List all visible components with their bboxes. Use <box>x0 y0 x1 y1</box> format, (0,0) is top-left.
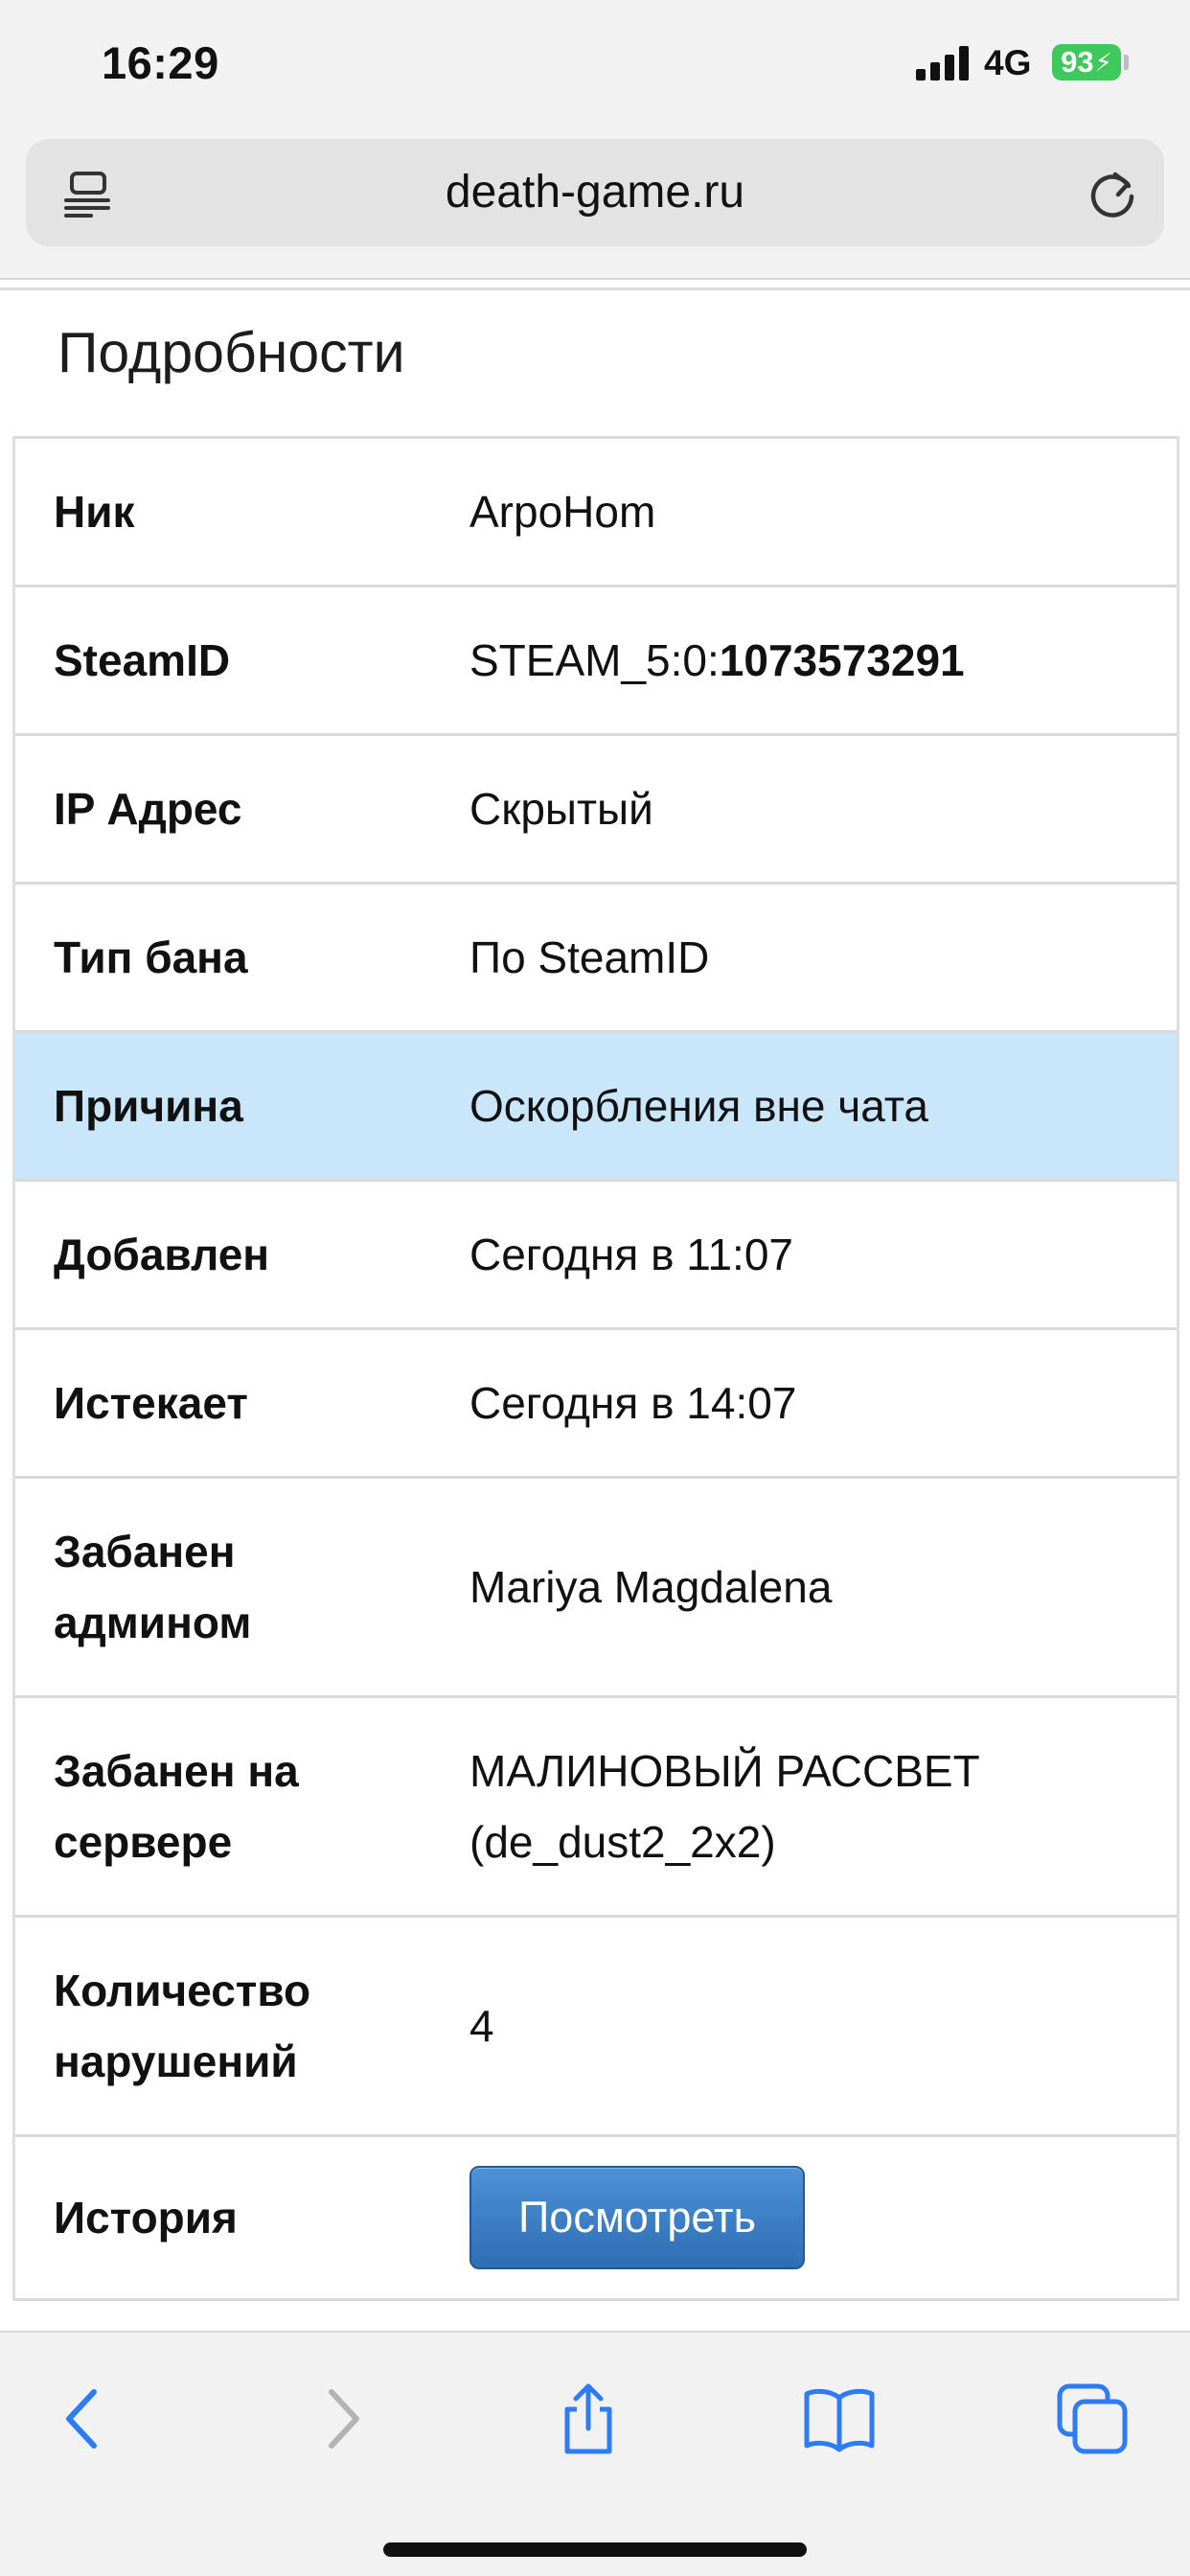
row-label-line: админом <box>54 1598 252 1647</box>
url-text[interactable]: death-game.ru <box>26 139 1164 246</box>
battery-tip <box>1124 55 1129 70</box>
table-row-ban-type: Тип бана По SteamID <box>15 882 1177 1030</box>
table-row-nick: Ник ArpoHom <box>15 436 1177 585</box>
row-value: Скрытый <box>469 784 653 834</box>
page-content: Подробности Ник ArpoHom SteamID STEAM_5:… <box>0 280 1190 2331</box>
bookmarks-icon[interactable] <box>801 2380 878 2457</box>
row-value: Оскорбления вне чата <box>469 1081 928 1131</box>
share-icon[interactable] <box>550 2380 627 2457</box>
charging-bolt-icon: ⚡ <box>1094 47 1112 77</box>
ban-details-table: Ник ArpoHom SteamID STEAM_5:0:1073573291… <box>12 436 1179 2301</box>
row-label-line: Забанен <box>54 1527 236 1576</box>
steamid-prefix: STEAM_5:0: <box>469 635 720 685</box>
row-value: ArpoHom <box>469 487 656 537</box>
table-row-ip: IP Адрес Скрытый <box>15 733 1177 882</box>
tabs-icon[interactable] <box>1054 2380 1131 2457</box>
row-label-line: нарушений <box>54 2036 298 2086</box>
battery-level: 93 <box>1061 45 1094 79</box>
browser-toolbar <box>0 2331 1190 2576</box>
forward-icon[interactable] <box>303 2380 379 2457</box>
table-row-banned-on-server: Забанен на сервере МАЛИНОВЫЙ РАССВЕТ (de… <box>15 1695 1177 1915</box>
view-history-button[interactable]: Посмотреть <box>469 2166 805 2269</box>
row-label: SteamID <box>54 635 231 685</box>
server-name: МАЛИНОВЫЙ РАССВЕТ <box>469 1746 980 1796</box>
row-label: IP Адрес <box>54 784 242 834</box>
home-indicator <box>383 2542 807 2557</box>
row-value: По SteamID <box>469 932 710 982</box>
row-value: МАЛИНОВЫЙ РАССВЕТ (de_dust2_2x2) <box>469 1736 1177 1877</box>
row-label: Причина <box>54 1081 243 1131</box>
reader-icon[interactable] <box>62 168 114 219</box>
row-label-line: Забанен на <box>54 1746 299 1796</box>
row-value: Сегодня в 11:07 <box>469 1230 793 1279</box>
network-type: 4G <box>984 43 1032 82</box>
battery-icon: 93 ⚡ <box>1052 44 1121 80</box>
browser-top-bar: 16:29 4G 93 ⚡ death-game.ru <box>0 0 1190 280</box>
steamid-number: 1073573291 <box>719 635 965 685</box>
table-row-expires: Истекает Сегодня в 14:07 <box>15 1327 1177 1476</box>
row-label-line: сервере <box>54 1817 233 1867</box>
back-icon[interactable] <box>46 2380 123 2457</box>
table-row-violations: Количество нарушений 4 <box>15 1915 1177 2134</box>
table-row-banned-by-admin: Забанен админом Mariya Magdalena <box>15 1476 1177 1695</box>
row-value: STEAM_5:0:1073573291 <box>469 625 1177 696</box>
server-map: (de_dust2_2x2) <box>469 1817 776 1867</box>
row-value: Mariya Magdalena <box>469 1562 833 1612</box>
table-row-added: Добавлен Сегодня в 11:07 <box>15 1179 1177 1327</box>
status-bar: 16:29 4G 93 ⚡ <box>0 0 1190 125</box>
row-label-line: Количество <box>54 1966 311 2015</box>
screen: 16:29 4G 93 ⚡ death-game.ru Подробности … <box>0 0 1190 2576</box>
table-row-reason: Причина Оскорбления вне чата <box>15 1030 1177 1179</box>
reload-icon[interactable] <box>1085 165 1140 220</box>
row-label: Тип бана <box>54 932 248 982</box>
table-row-steamid: SteamID STEAM_5:0:1073573291 <box>15 585 1177 733</box>
row-value: 4 <box>469 2001 494 2051</box>
row-value: Сегодня в 14:07 <box>469 1378 797 1428</box>
table-row-history: История Посмотреть <box>15 2134 1177 2301</box>
row-label: История <box>54 2193 238 2242</box>
row-value: Посмотреть <box>469 2166 1177 2269</box>
row-label: Забанен админом <box>15 1516 469 1658</box>
row-label: Истекает <box>54 1378 248 1428</box>
row-label: Количество нарушений <box>15 1955 469 2097</box>
row-label: Ник <box>54 487 135 537</box>
section-title: Подробности <box>57 321 405 384</box>
cellular-signal-icon <box>916 44 970 80</box>
status-time: 16:29 <box>102 37 219 88</box>
row-label: Добавлен <box>54 1230 270 1279</box>
address-bar[interactable]: death-game.ru <box>26 139 1164 246</box>
divider <box>0 288 1190 290</box>
row-label: Забанен на сервере <box>15 1736 469 1877</box>
